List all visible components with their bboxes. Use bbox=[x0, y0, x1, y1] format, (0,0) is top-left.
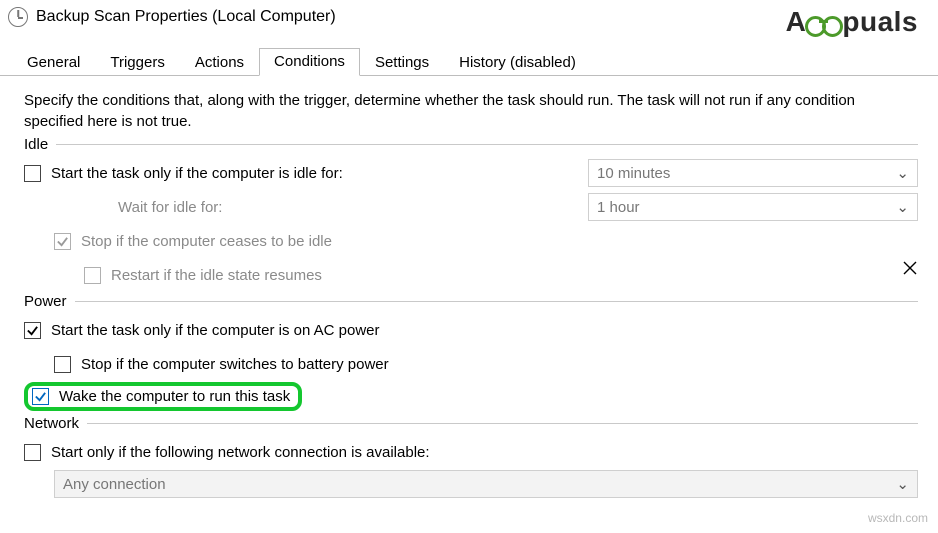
idle-start-label: Start the task only if the computer is i… bbox=[51, 165, 343, 182]
window-title: Backup Scan Properties (Local Computer) bbox=[36, 8, 930, 26]
wait-idle-label: Wait for idle for: bbox=[24, 199, 222, 216]
network-start-checkbox[interactable] bbox=[24, 444, 41, 461]
power-stop-battery-label: Stop if the computer switches to battery… bbox=[81, 356, 389, 373]
divider bbox=[75, 301, 918, 302]
chevron-down-icon: ⌄ bbox=[896, 198, 909, 216]
tab-strip: General Triggers Actions Conditions Sett… bbox=[0, 46, 938, 76]
tab-general[interactable]: General bbox=[12, 49, 95, 76]
wait-idle-combo[interactable]: 1 hour ⌄ bbox=[588, 193, 918, 221]
clock-icon bbox=[8, 7, 28, 27]
power-wake-label: Wake the computer to run this task bbox=[59, 388, 290, 405]
idle-restart-label: Restart if the idle state resumes bbox=[111, 267, 322, 284]
power-ac-label: Start the task only if the computer is o… bbox=[51, 322, 380, 339]
power-legend: Power bbox=[24, 293, 67, 310]
power-wake-checkbox[interactable] bbox=[32, 388, 49, 405]
divider bbox=[56, 144, 918, 145]
idle-stop-ceases-checkbox[interactable] bbox=[54, 233, 71, 250]
tab-actions[interactable]: Actions bbox=[180, 49, 259, 76]
network-connection-combo[interactable]: Any connection ⌄ bbox=[54, 470, 918, 498]
idle-legend: Idle bbox=[24, 136, 48, 153]
title-bar: Backup Scan Properties (Local Computer) bbox=[0, 0, 938, 36]
wake-highlight: Wake the computer to run this task bbox=[24, 382, 302, 411]
idle-stop-ceases-label: Stop if the computer ceases to be idle bbox=[81, 233, 332, 250]
conditions-panel: Specify the conditions that, along with … bbox=[0, 76, 938, 510]
divider bbox=[87, 423, 918, 424]
tab-history[interactable]: History (disabled) bbox=[444, 49, 591, 76]
network-connection-value: Any connection bbox=[63, 476, 166, 493]
tab-settings[interactable]: Settings bbox=[360, 49, 444, 76]
network-group: Network Start only if the following netw… bbox=[24, 415, 918, 498]
network-start-label: Start only if the following network conn… bbox=[51, 444, 430, 461]
tab-conditions[interactable]: Conditions bbox=[259, 48, 360, 76]
chevron-down-icon: ⌄ bbox=[896, 475, 909, 493]
idle-group: Idle Start the task only if the computer… bbox=[24, 136, 918, 289]
chevron-down-icon: ⌄ bbox=[896, 164, 909, 182]
wait-idle-value: 1 hour bbox=[597, 199, 640, 216]
power-group: Power Start the task only if the compute… bbox=[24, 293, 918, 411]
idle-duration-combo[interactable]: 10 minutes ⌄ bbox=[588, 159, 918, 187]
intro-text: Specify the conditions that, along with … bbox=[24, 90, 918, 132]
idle-restart-checkbox[interactable] bbox=[84, 267, 101, 284]
idle-duration-value: 10 minutes bbox=[597, 165, 670, 182]
power-stop-battery-checkbox[interactable] bbox=[54, 356, 71, 373]
network-legend: Network bbox=[24, 415, 79, 432]
power-ac-checkbox[interactable] bbox=[24, 322, 41, 339]
idle-start-checkbox[interactable] bbox=[24, 165, 41, 182]
tab-triggers[interactable]: Triggers bbox=[95, 49, 179, 76]
